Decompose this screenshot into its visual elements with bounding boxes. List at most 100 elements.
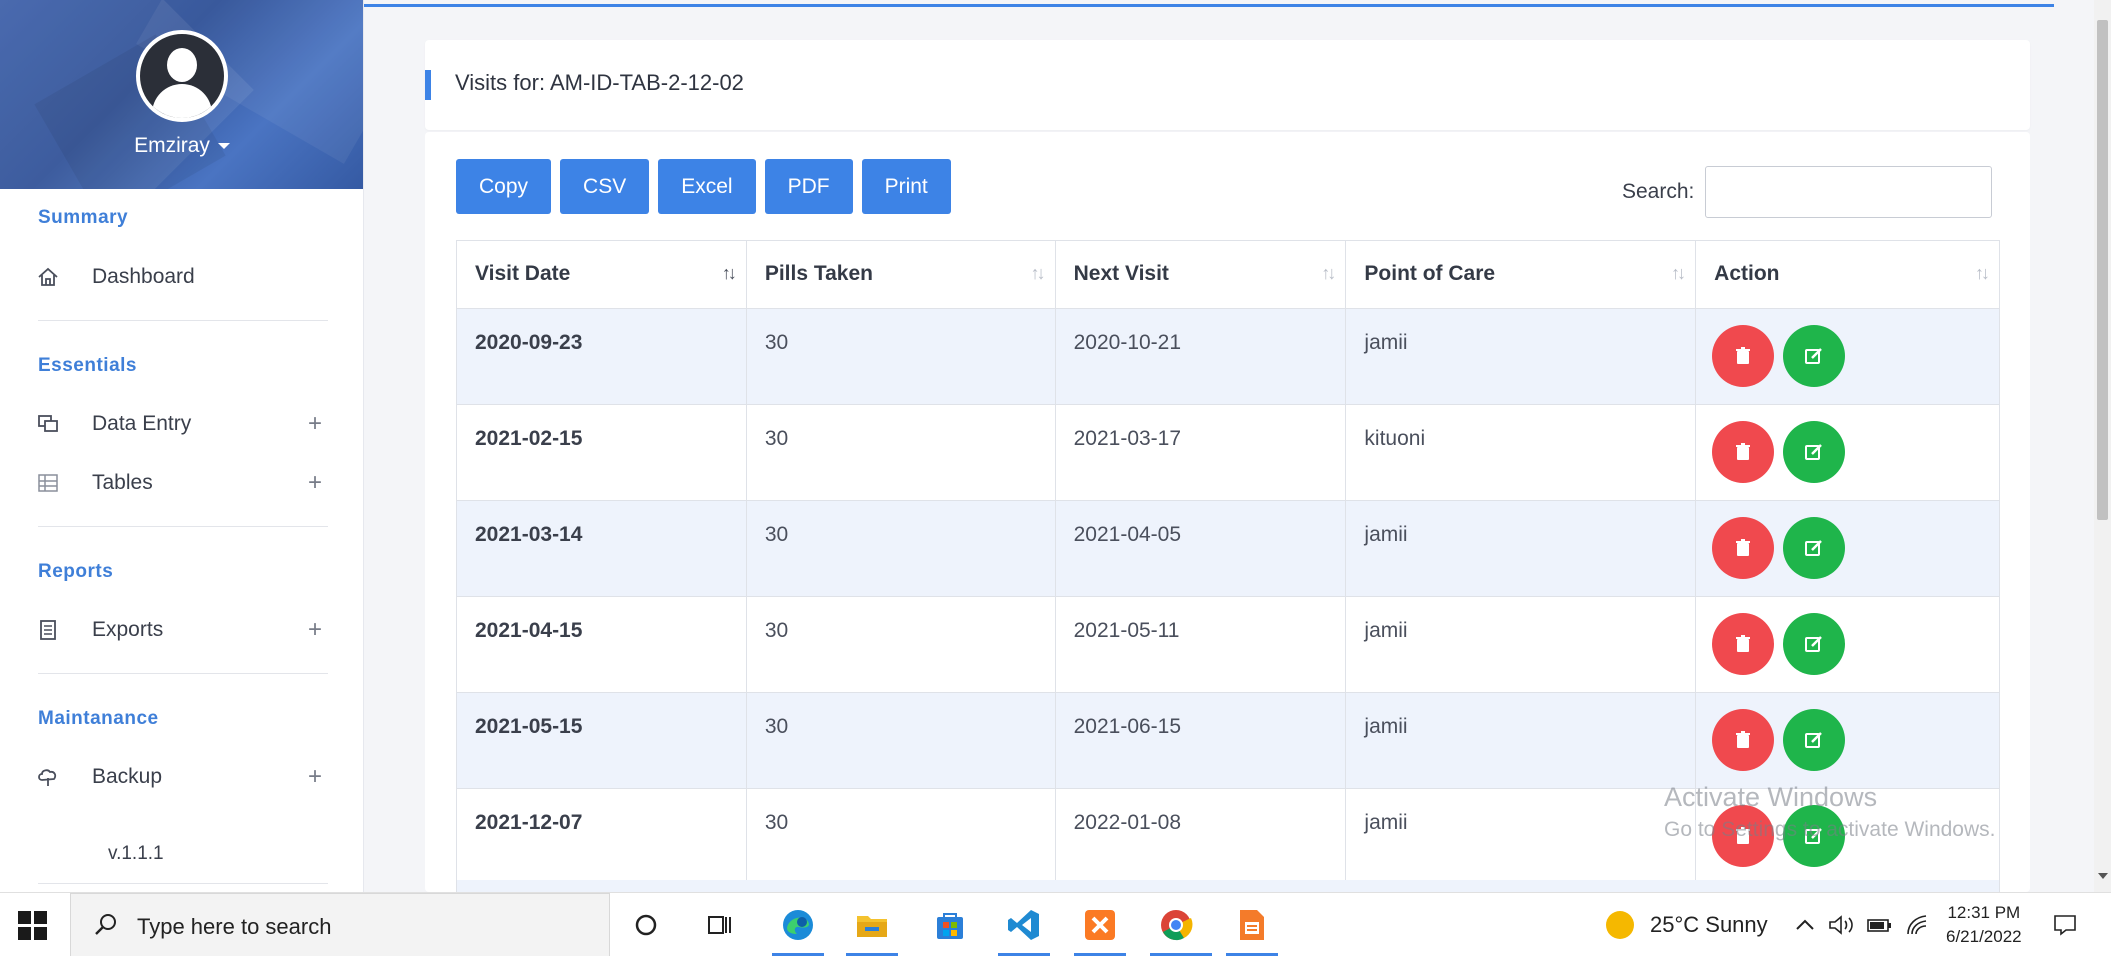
- notifications-button[interactable]: [2052, 893, 2078, 956]
- cell-pills-taken: 30: [745, 788, 1056, 885]
- column-header-visit-date[interactable]: Visit Date ↑↓: [456, 240, 747, 309]
- notification-icon: [2054, 915, 2076, 936]
- column-header-next-visit[interactable]: Next Visit ↑↓: [1054, 240, 1347, 309]
- sidebar-divider: [38, 673, 328, 674]
- battery-button[interactable]: [1866, 893, 1894, 956]
- avatar-head: [167, 48, 197, 82]
- cell-point-of-care: jamii: [1345, 692, 1697, 789]
- expand-plus-icon[interactable]: +: [308, 410, 322, 438]
- delete-button[interactable]: [1712, 613, 1775, 675]
- scroll-down-arrow-icon[interactable]: [2098, 873, 2108, 879]
- windows-logo-pane: [18, 927, 31, 940]
- sidebar-item-backup[interactable]: Backup +: [0, 757, 363, 797]
- vscode-icon[interactable]: [1004, 905, 1044, 945]
- network-button[interactable]: [1906, 893, 1930, 956]
- cortana-icon[interactable]: [626, 905, 666, 945]
- sidebar-item-label: Backup: [92, 765, 163, 788]
- taskbar-search-placeholder: Type here to search: [137, 914, 332, 939]
- top-accent-line: [364, 4, 2054, 7]
- cell-visit-date: 2021-02-15: [456, 404, 747, 501]
- copy-button[interactable]: Copy: [456, 159, 552, 214]
- cell-action: [1695, 500, 2000, 597]
- edit-button[interactable]: [1783, 517, 1845, 579]
- table-grid-icon: [36, 471, 60, 495]
- cell-pills-taken: 30: [745, 308, 1056, 405]
- page-scrollbar[interactable]: [2094, 0, 2111, 892]
- search-label: Search:: [1622, 180, 1695, 203]
- page-title: Visits for: AM-ID-TAB-2-12-02: [455, 70, 744, 95]
- sidebar-divider: [38, 320, 328, 321]
- edit-button[interactable]: [1783, 325, 1845, 387]
- microsoft-store-icon[interactable]: [930, 905, 970, 945]
- sidebar-item-label: Data Entry: [92, 412, 192, 435]
- delete-button[interactable]: [1712, 709, 1775, 771]
- weather-widget[interactable]: 25°C Sunny: [1606, 893, 1768, 956]
- edge-browser-icon[interactable]: [778, 905, 818, 945]
- cell-point-of-care: jamii: [1345, 788, 1697, 885]
- document-app-icon[interactable]: [1232, 905, 1272, 945]
- scrollbar-thumb[interactable]: [2097, 20, 2108, 520]
- cell-action: [1695, 308, 2000, 405]
- edit-icon: [1783, 613, 1845, 675]
- xampp-icon[interactable]: [1080, 905, 1120, 945]
- search-input[interactable]: [1705, 166, 1992, 218]
- show-hidden-icons-button[interactable]: [1794, 893, 1816, 956]
- csv-button[interactable]: CSV: [560, 159, 650, 214]
- taskbar: Type here to search 25°C Sunny 12:31 PM …: [0, 892, 2111, 956]
- edit-icon: [1783, 517, 1845, 579]
- delete-button[interactable]: [1712, 421, 1775, 483]
- column-header-label: Next Visit: [1073, 262, 1169, 285]
- cell-pills-taken: 30: [745, 404, 1056, 501]
- expand-plus-icon[interactable]: +: [308, 763, 322, 791]
- user-menu[interactable]: Emziray: [0, 134, 363, 158]
- sort-icon: ↑↓: [721, 263, 737, 283]
- sidebar-item-dashboard[interactable]: Dashboard: [0, 257, 363, 297]
- system-clock[interactable]: 12:31 PM 6/21/2022: [1946, 901, 2022, 949]
- taskbar-search-box[interactable]: Type here to search: [70, 893, 610, 956]
- table-row-partial: [456, 880, 2000, 892]
- search-icon: [93, 912, 119, 945]
- cell-next-visit: 2021-06-15: [1054, 692, 1347, 789]
- windows-start-button[interactable]: [18, 911, 48, 941]
- chrome-browser-icon[interactable]: [1156, 905, 1196, 945]
- table-row: 2021-03-14 30 2021-04-05 jamii: [456, 500, 2000, 597]
- sidebar-item-tables[interactable]: Tables +: [0, 463, 363, 503]
- cell-next-visit: 2021-04-05: [1054, 500, 1347, 597]
- windows-logo-pane: [18, 911, 31, 924]
- battery-icon: [1867, 919, 1891, 932]
- cell-visit-date: 2021-12-07: [456, 788, 747, 885]
- column-header-pills-taken[interactable]: Pills Taken ↑↓: [745, 240, 1056, 309]
- edit-button[interactable]: [1783, 613, 1845, 675]
- delete-button[interactable]: [1712, 325, 1775, 387]
- pdf-button[interactable]: PDF: [764, 159, 853, 214]
- table-row: 2020-09-23 30 2020-10-21 jamii: [456, 308, 2000, 405]
- sidebar-item-label: Exports: [92, 618, 164, 641]
- delete-button[interactable]: [1712, 517, 1775, 579]
- activation-watermark-title: Activate Windows: [1664, 782, 1878, 812]
- windows-logo-pane: [34, 911, 47, 924]
- trash-icon: [1712, 421, 1774, 483]
- print-button[interactable]: Print: [861, 159, 951, 214]
- card-header: Visits for: AM-ID-TAB-2-12-02: [425, 40, 2030, 130]
- sidebar-item-exports[interactable]: Exports +: [0, 610, 363, 650]
- cell-next-visit: 2021-05-11: [1054, 596, 1347, 693]
- caret-down-icon: [217, 143, 230, 150]
- chevron-up-icon: [1796, 919, 1814, 930]
- cell-point-of-care: kituoni: [1345, 404, 1697, 501]
- expand-plus-icon[interactable]: +: [308, 616, 322, 644]
- excel-button[interactable]: Excel: [658, 159, 756, 214]
- edit-button[interactable]: [1783, 709, 1845, 771]
- volume-button[interactable]: [1828, 893, 1856, 956]
- task-view-icon[interactable]: [700, 905, 740, 945]
- expand-plus-icon[interactable]: +: [308, 469, 322, 497]
- edit-icon: [1783, 325, 1845, 387]
- edit-button[interactable]: [1783, 421, 1845, 483]
- cell-next-visit: 2020-10-21: [1054, 308, 1347, 405]
- column-header-point-of-care[interactable]: Point of Care ↑↓: [1345, 240, 1697, 309]
- sidebar-item-data-entry[interactable]: Data Entry +: [0, 404, 363, 444]
- windows-icon: [36, 412, 60, 436]
- cell-visit-date: 2021-05-15: [456, 692, 747, 789]
- file-explorer-icon[interactable]: [852, 905, 892, 945]
- avatar[interactable]: [136, 30, 228, 122]
- column-header-action[interactable]: Action ↑↓: [1695, 240, 2000, 309]
